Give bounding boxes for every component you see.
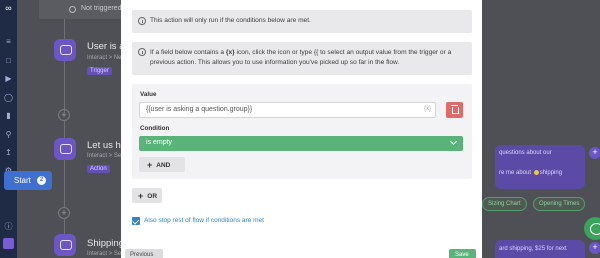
save-button[interactable]: Save — [449, 249, 476, 258]
book-icon[interactable]: ▮ — [4, 111, 13, 120]
flows-icon[interactable]: ≡ — [4, 37, 13, 46]
step-icon-trigger[interactable] — [54, 39, 76, 61]
value-text: {{user is asking a question.group}} — [146, 106, 253, 113]
plus-icon: + — [147, 160, 153, 170]
plus-icon: + — [138, 191, 144, 201]
delete-condition-button[interactable] — [446, 102, 463, 118]
start-badge: 2 — [37, 176, 46, 185]
step-title[interactable]: Shipping — [87, 238, 124, 249]
message-bubble[interactable]: questions about our re me about shipping — [495, 145, 585, 189]
bubble-line: questions about our — [499, 150, 552, 156]
variable-help-note: If a field below contains a {x} icon, cl… — [132, 42, 472, 75]
add-step-button[interactable]: + — [58, 207, 70, 219]
chat-launcher-button[interactable] — [584, 217, 600, 240]
logo-icon[interactable]: ∞ — [4, 4, 13, 13]
emoji-icon — [533, 170, 539, 175]
variable-icon: {x} — [225, 49, 235, 56]
stop-flow-label[interactable]: Also stop rest of flow if conditions are… — [144, 217, 264, 224]
condition-group: Value {{user is asking a question.group}… — [132, 84, 472, 179]
start-label: Start — [14, 176, 31, 185]
chevron-down-icon — [449, 137, 458, 146]
value-input[interactable]: {{user is asking a question.group}} {x} — [139, 102, 436, 118]
search-icon[interactable]: ⚲ — [4, 130, 13, 139]
info-icon — [138, 17, 146, 25]
bubble-line: ard shipping, $25 for next — [499, 246, 567, 252]
bubble-line: re me about shipping — [499, 170, 563, 177]
add-or-button[interactable]: + OR — [132, 188, 162, 203]
condition-select[interactable]: is empty — [139, 136, 463, 151]
message-bubble[interactable]: ard shipping, $25 for next — [495, 240, 585, 258]
info-icon[interactable]: ⓘ — [4, 222, 13, 231]
help-text: If a field below contains a — [150, 49, 226, 56]
analytics-icon[interactable]: ↥ — [4, 148, 13, 157]
add-reply-button[interactable]: + — [589, 147, 600, 159]
megaphone-icon[interactable]: ▶ — [4, 74, 13, 83]
quick-reply-chip[interactable]: Sizing Chart — [482, 197, 527, 211]
step-icon-action[interactable] — [54, 138, 76, 160]
condition-note: This action will only run if the conditi… — [132, 10, 472, 33]
value-label: Value — [140, 91, 157, 98]
quick-reply-chip[interactable]: Opening Times — [533, 197, 586, 211]
step-icon-shipping[interactable] — [54, 234, 76, 256]
step-tag: Action — [87, 165, 110, 173]
left-nav-rail: ∞ ≡ □ ▶ ◯ ▮ ⚲ ↥ ⚙ ⓘ — [0, 0, 17, 258]
add-reply-button[interactable]: + — [589, 242, 600, 254]
add-step-button[interactable]: + — [58, 109, 70, 121]
stop-flow-checkbox[interactable] — [132, 217, 140, 225]
start-button[interactable]: Start 2 — [4, 171, 52, 190]
previous-button[interactable]: Previous — [125, 249, 163, 258]
or-label: OR — [147, 193, 158, 200]
condition-modal: This action will only run if the conditi… — [121, 0, 482, 258]
condition-note-text: This action will only run if the conditi… — [150, 17, 311, 24]
variable-picker-icon[interactable]: {x} — [424, 106, 431, 112]
condition-value: is empty — [146, 139, 173, 146]
add-and-button[interactable]: + AND — [139, 157, 185, 172]
status-dot-icon — [69, 6, 76, 13]
inbox-icon[interactable]: □ — [4, 56, 13, 65]
condition-label: Condition — [140, 125, 170, 132]
info-icon — [138, 48, 146, 56]
chat-icon[interactable]: ◯ — [4, 93, 13, 102]
apps-grid-icon[interactable] — [3, 238, 14, 249]
and-label: AND — [156, 162, 171, 169]
step-tag: Trigger — [87, 67, 112, 75]
